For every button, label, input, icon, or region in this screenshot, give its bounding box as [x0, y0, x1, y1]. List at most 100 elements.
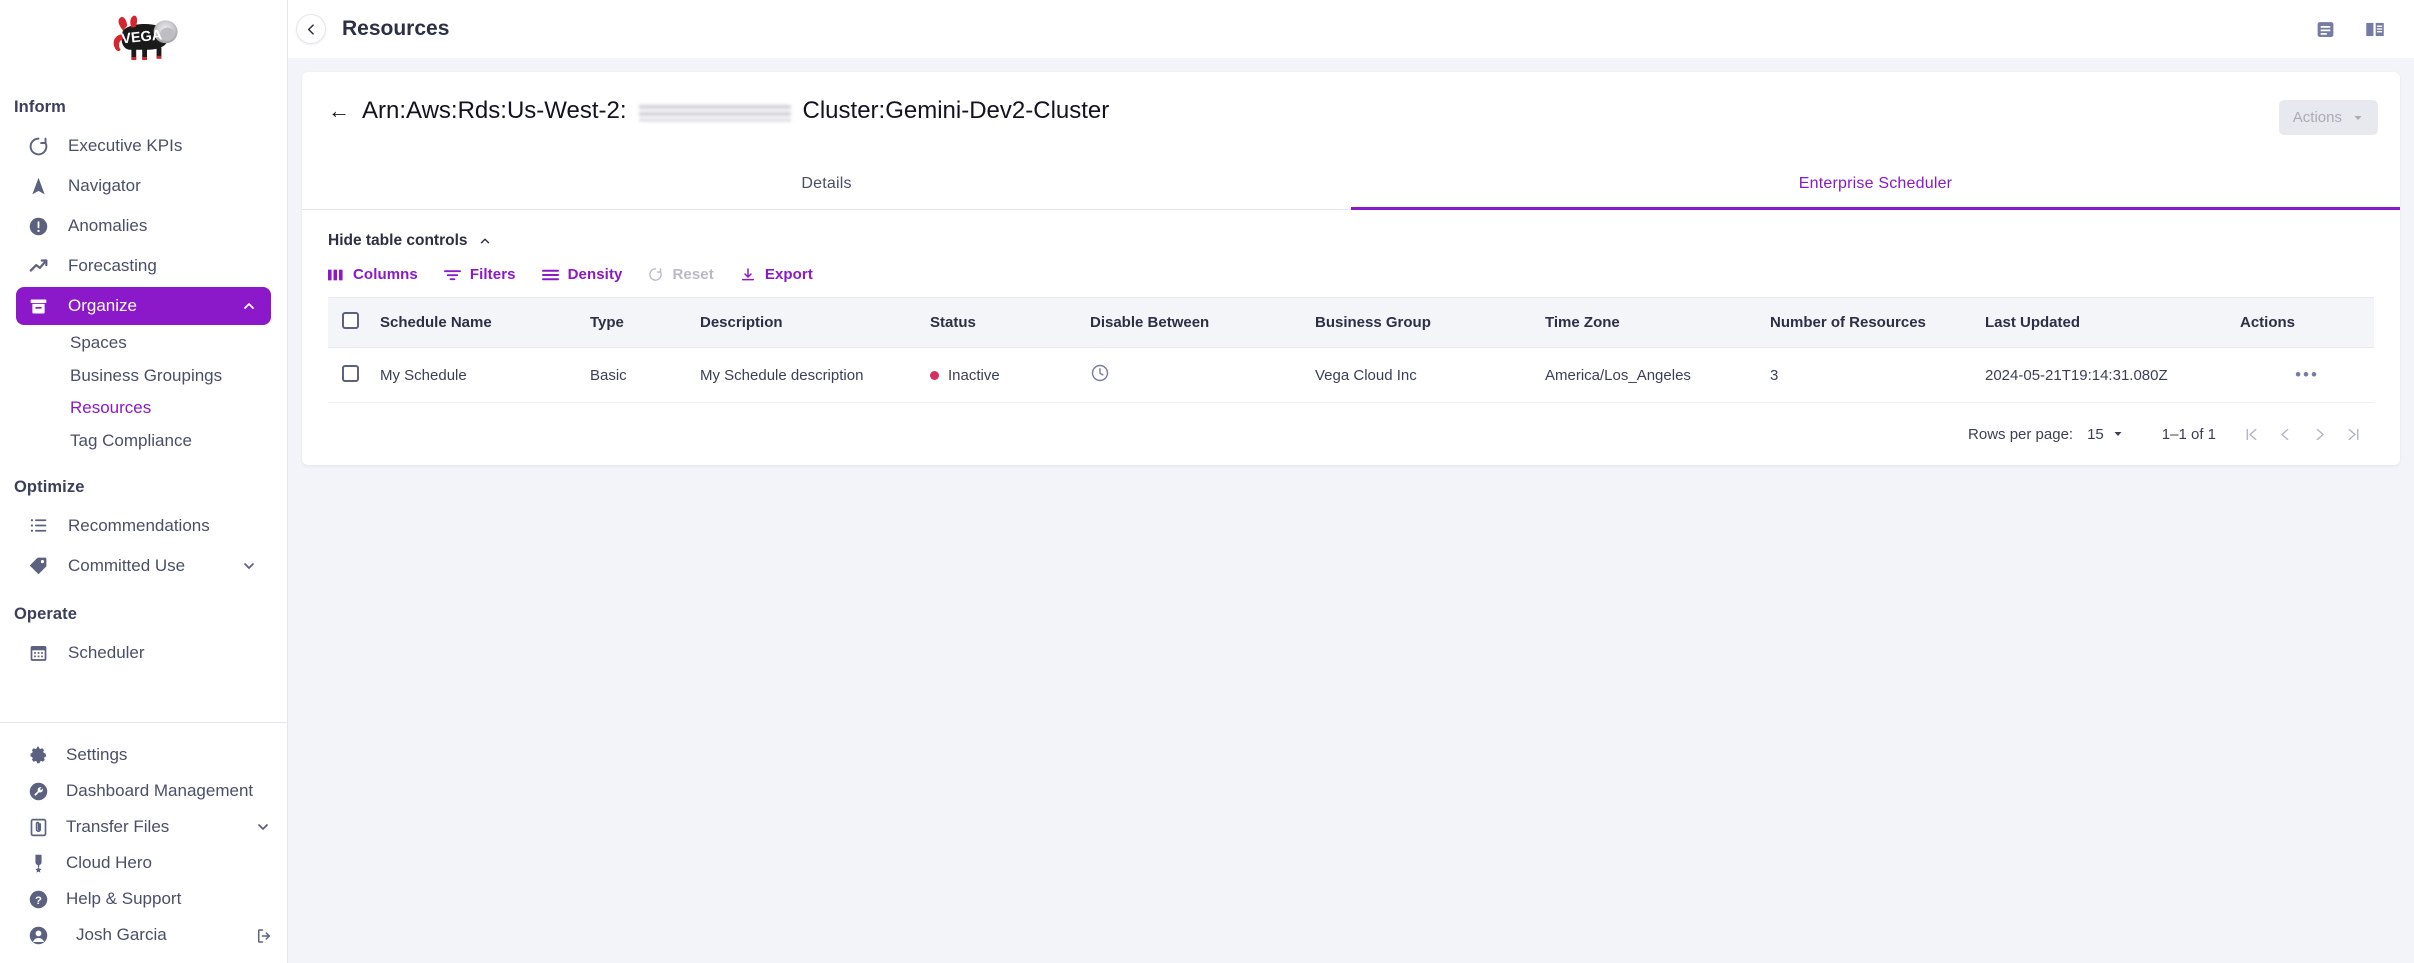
back-button[interactable] [296, 14, 326, 44]
sidebar-item-committed-use[interactable]: Committed Use [16, 547, 271, 585]
col-header-type[interactable]: Type [590, 297, 700, 348]
col-header-disable-between[interactable]: Disable Between [1090, 297, 1315, 348]
sidebar-item-resources[interactable]: Resources [0, 392, 287, 425]
schedules-table-wrapper: Schedule Name Type Description Status Di… [302, 297, 2400, 403]
sidebar-user-row[interactable]: Josh Garcia [0, 917, 287, 953]
calendar-icon [28, 642, 56, 664]
sidebar-item-settings[interactable]: Settings [0, 737, 287, 773]
resource-arn-suffix: Cluster:Gemini-Dev2-Cluster [802, 97, 1110, 124]
cell-status: Inactive [930, 347, 1090, 403]
sidebar-item-help-support[interactable]: ? Help & Support [0, 881, 287, 917]
col-header-last-updated[interactable]: Last Updated [1985, 297, 2240, 348]
density-lines-icon [541, 268, 559, 282]
sidebar-footer: Settings Dashboard Management Transfer F… [0, 722, 287, 963]
trend-up-icon [28, 255, 56, 277]
actions-button-label: Actions [2292, 109, 2342, 126]
select-all-checkbox[interactable] [342, 312, 359, 329]
filters-button[interactable]: Filters [443, 266, 516, 283]
sidebar-item-label: Help & Support [66, 889, 182, 908]
col-header-status[interactable]: Status [930, 297, 1090, 348]
next-page-icon[interactable] [2302, 419, 2336, 449]
columns-icon [328, 268, 344, 282]
prev-page-icon[interactable] [2268, 419, 2302, 449]
reset-button-label: Reset [672, 266, 714, 283]
density-button[interactable]: Density [541, 266, 623, 283]
gauge-icon [28, 135, 56, 157]
tag-icon [28, 555, 56, 577]
tab-active-underline [1351, 207, 2400, 210]
tab-details[interactable]: Details [302, 161, 1351, 209]
col-header-time-zone[interactable]: Time Zone [1545, 297, 1770, 348]
cell-schedule-name[interactable]: My Schedule [380, 347, 590, 403]
table-header-row: Schedule Name Type Description Status Di… [328, 297, 2374, 348]
open-book-icon[interactable] [2364, 19, 2386, 40]
redacted-account-id [638, 103, 791, 121]
sidebar-item-scheduler[interactable]: Scheduler [16, 634, 271, 672]
sidebar-item-dashboard-management[interactable]: Dashboard Management [0, 773, 287, 809]
funnel-icon [443, 268, 461, 282]
sidebar-item-organize[interactable]: Organize [16, 287, 271, 325]
content-area: ← Arn:Aws:Rds:Us-West-2: Cluster:Gemini-D… [288, 58, 2414, 963]
nav-section-optimize-label: Optimize [14, 477, 85, 496]
question-circle-icon: ? [28, 888, 54, 910]
more-horizontal-icon[interactable]: ••• [2295, 365, 2319, 384]
logout-icon[interactable] [255, 927, 271, 943]
user-circle-icon [28, 924, 54, 946]
sidebar-item-label: Dashboard Management [66, 781, 254, 800]
sidebar-item-executive-kpis[interactable]: Executive KPIs [16, 127, 271, 165]
last-page-icon[interactable] [2336, 419, 2370, 449]
chevron-up-icon [478, 234, 492, 248]
col-header-business-group[interactable]: Business Group [1315, 297, 1545, 348]
clock-icon[interactable] [1090, 363, 1110, 383]
sidebar-item-label: Committed Use [68, 555, 186, 575]
actions-button[interactable]: Actions [2278, 100, 2378, 135]
cell-last-updated: 2024-05-21T19:14:31.080Z [1985, 347, 2240, 403]
sidebar-item-recommendations[interactable]: Recommendations [16, 507, 271, 545]
sidebar-item-business-groupings[interactable]: Business Groupings [0, 360, 287, 393]
export-button[interactable]: Export [740, 266, 813, 283]
col-header-schedule-name[interactable]: Schedule Name [380, 297, 590, 348]
rows-per-page-label: Rows per page: [1968, 425, 2074, 443]
main-region: Resources ← Arn:Aws:Rds:Us-West-2: Clust… [288, 0, 2414, 963]
sidebar-item-cloud-hero[interactable]: Cloud Hero [0, 845, 287, 881]
status-badge-dot [930, 370, 939, 380]
sidebar-item-transfer-files[interactable]: Transfer Files [0, 809, 287, 845]
resource-card-header: ← Arn:Aws:Rds:Us-West-2: Cluster:Gemini-D… [302, 72, 2400, 135]
wrench-circle-icon [28, 780, 54, 802]
hide-table-controls-label: Hide table controls [328, 232, 468, 249]
chevron-left-icon [304, 22, 319, 37]
sidebar-item-navigator[interactable]: Navigator [16, 167, 271, 205]
row-checkbox[interactable] [342, 364, 359, 382]
first-page-icon[interactable] [2234, 419, 2268, 449]
col-header-description[interactable]: Description [700, 297, 930, 348]
tab-enterprise-scheduler[interactable]: Enterprise Scheduler [1351, 161, 2400, 209]
sidebar-item-label: Navigator [68, 176, 141, 195]
rows-per-page-select[interactable]: 15 [2087, 426, 2124, 443]
status-badge: Inactive [948, 366, 1000, 384]
sidebar-item-label: Cloud Hero [66, 853, 152, 872]
vega-cow-logo-icon: VEGA [113, 15, 178, 60]
columns-button[interactable]: Columns [328, 266, 418, 283]
sidebar-item-label: Settings [66, 745, 128, 764]
sidebar-item-spaces[interactable]: Spaces [0, 327, 287, 360]
brand-logo[interactable]: VEGA [0, 0, 287, 72]
sidebar-item-label: Recommendations [68, 515, 210, 535]
topbar-icon-group [2315, 19, 2386, 40]
chevron-down-icon [241, 558, 257, 574]
medal-icon [28, 852, 54, 874]
col-header-number-of-resources[interactable]: Number of Resources [1770, 297, 1985, 348]
sidebar-item-forecasting[interactable]: Forecasting [16, 247, 271, 285]
nav-section-operate-label: Operate [14, 604, 78, 623]
sidebar-item-tag-compliance[interactable]: Tag Compliance [0, 425, 287, 458]
caret-down-icon [2352, 112, 2364, 124]
download-icon [740, 267, 756, 283]
columns-button-label: Columns [353, 266, 418, 283]
arrow-left-icon[interactable]: ← [328, 98, 350, 123]
select-all-header [328, 297, 380, 348]
hide-table-controls-toggle[interactable]: Hide table controls [328, 232, 492, 250]
filters-button-label: Filters [469, 266, 516, 283]
notes-panel-icon[interactable] [2315, 19, 2336, 40]
sidebar-item-anomalies[interactable]: Anomalies [16, 207, 271, 245]
row-select-cell [328, 347, 380, 403]
tab-bar: Details Enterprise Scheduler [302, 161, 2400, 210]
